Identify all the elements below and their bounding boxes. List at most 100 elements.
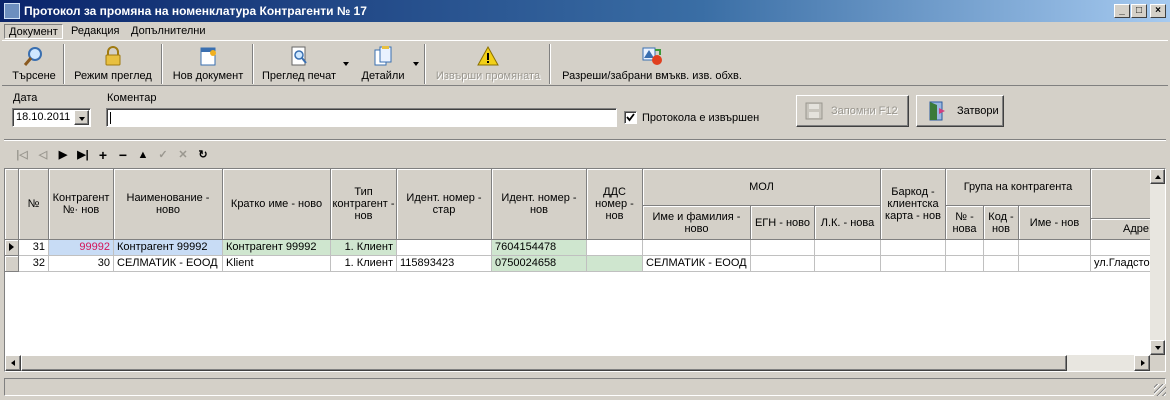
minimize-button[interactable]: _ (1114, 4, 1130, 18)
new-document-icon (200, 47, 216, 66)
cell-ident-new[interactable]: 7604154478 (492, 240, 587, 256)
chevron-down-icon (1155, 346, 1161, 350)
header-mol-name[interactable]: Име и фамилия - ново (643, 206, 751, 240)
scroll-up-button[interactable] (1150, 169, 1165, 184)
app-icon (4, 3, 20, 19)
date-picker[interactable]: 18.10.2011 (12, 108, 91, 127)
maximize-button[interactable]: □ (1131, 4, 1147, 18)
cell-vat-new[interactable] (587, 240, 643, 256)
header-address[interactable]: Адре (1091, 219, 1151, 240)
menu-document[interactable]: Документ (4, 24, 63, 39)
cell-num[interactable]: 32 (19, 256, 49, 272)
cell-type-new[interactable]: 1. Клиент (331, 240, 397, 256)
header-group-code[interactable]: Код - нов (984, 206, 1019, 240)
allow-deny-button[interactable]: Разреши/забрани вмъкв. изв. обхв. (554, 43, 750, 85)
header-vat-new[interactable]: ДДС номер - нов (587, 169, 643, 240)
cell-short-new[interactable]: Контрагент 99992 (223, 240, 331, 256)
details-button[interactable]: Детайли (354, 43, 412, 85)
scroll-down-button[interactable] (1150, 340, 1165, 355)
header-ident-new[interactable]: Идент. номер - нов (492, 169, 587, 240)
scroll-left-button[interactable] (5, 355, 21, 371)
cell-barcode[interactable] (881, 256, 946, 272)
close-button[interactable]: Затвори (916, 95, 1004, 127)
cancel-edit-icon[interactable]: ✕ (175, 148, 191, 162)
cell-mol-name[interactable] (643, 240, 751, 256)
view-mode-button[interactable]: Режим преглед (68, 43, 158, 85)
allow-deny-icon (642, 47, 662, 65)
cell-ident-old[interactable] (397, 240, 492, 256)
cell-ident-old[interactable]: 115893423 (397, 256, 492, 272)
cell-group-no[interactable] (946, 240, 984, 256)
insert-record-icon[interactable]: + (95, 148, 111, 162)
print-preview-button[interactable]: Преглед печат (257, 43, 341, 85)
cell-num[interactable]: 31 (19, 240, 49, 256)
save-disk-icon (805, 102, 823, 120)
header-contr-no[interactable]: Контрагент №· нов (49, 169, 114, 240)
refresh-icon[interactable]: ↻ (195, 148, 211, 162)
post-record-icon[interactable]: ✓ (155, 148, 171, 162)
cell-short-new[interactable]: Klient (223, 256, 331, 272)
menu-edit[interactable]: Редакция (67, 24, 123, 39)
header-group-name[interactable]: Име - нов (1019, 206, 1091, 240)
header-mol-egn[interactable]: ЕГН - ново (751, 206, 815, 240)
search-button[interactable]: Търсене (6, 43, 62, 85)
data-grid[interactable]: № Контрагент №· нов Наименование - ново … (4, 168, 1166, 372)
header-short-new[interactable]: Кратко име - ново (223, 169, 331, 240)
new-document-button[interactable]: Нов документ (166, 43, 250, 85)
resize-grip-icon[interactable] (1154, 384, 1166, 396)
cell-barcode[interactable] (881, 240, 946, 256)
cell-address[interactable]: ул.Гладсто (1091, 256, 1151, 272)
allow-deny-label: Разреши/забрани вмъкв. изв. обхв. (562, 70, 742, 82)
header-mol-lk[interactable]: Л.К. - нова (815, 206, 881, 240)
cell-group-code[interactable] (984, 240, 1019, 256)
cell-mol-lk[interactable] (815, 240, 881, 256)
chevron-down-icon (79, 117, 85, 121)
cell-contr-no[interactable]: 30 (49, 256, 114, 272)
delete-record-icon[interactable]: − (115, 148, 131, 162)
details-dropdown-arrow[interactable] (413, 62, 419, 66)
header-group-no[interactable]: № - нова (946, 206, 984, 240)
cell-name-new[interactable]: Контрагент 99992 (114, 240, 223, 256)
cell-group-name[interactable] (1019, 240, 1091, 256)
cell-mol-egn[interactable] (751, 256, 815, 272)
chevron-left-icon (11, 360, 15, 366)
new-document-label: Нов документ (172, 70, 244, 82)
horizontal-scrollbar[interactable] (5, 355, 1150, 371)
prior-record-icon[interactable]: ◁ (35, 148, 51, 162)
comment-input[interactable] (106, 108, 617, 127)
close-window-button[interactable]: × (1150, 4, 1166, 18)
next-record-icon[interactable]: ▶ (55, 148, 71, 162)
cell-ident-new[interactable]: 0750024658 (492, 256, 587, 272)
edit-record-icon[interactable]: ▲ (135, 148, 151, 162)
toolbar-separator (161, 44, 163, 84)
scroll-right-button[interactable] (1134, 355, 1150, 371)
cell-vat-new[interactable] (587, 256, 643, 272)
menu-additional[interactable]: Допълнителни (127, 24, 209, 39)
cell-group-no[interactable] (946, 256, 984, 272)
cell-mol-name[interactable]: СЕЛМАТИК - ЕООД (643, 256, 751, 272)
cell-type-new[interactable]: 1. Клиент (331, 256, 397, 272)
execute-change-button[interactable]: Извърши промяната (430, 43, 546, 85)
header-ident-old[interactable]: Идент. номер - стар (397, 169, 492, 240)
cell-mol-egn[interactable] (751, 240, 815, 256)
cell-group-code[interactable] (984, 256, 1019, 272)
cell-address[interactable] (1091, 240, 1151, 256)
header-barcode[interactable]: Баркод - клиентска карта - нов (881, 169, 946, 240)
cell-contr-no[interactable]: 99992 (49, 240, 114, 256)
save-button[interactable]: Запомни F12 (796, 95, 909, 127)
last-record-icon[interactable]: ▶| (75, 148, 91, 162)
title-bar: Протокол за промяна на номенклатура Конт… (0, 0, 1170, 22)
cell-group-name[interactable] (1019, 256, 1091, 272)
date-dropdown-button[interactable] (74, 110, 89, 125)
header-type-new[interactable]: Тип контрагент - нов (331, 169, 397, 240)
cell-mol-lk[interactable] (815, 256, 881, 272)
magnifier-icon (23, 47, 42, 66)
done-checkbox[interactable] (624, 111, 637, 124)
first-record-icon[interactable]: |◁ (14, 148, 30, 162)
print-preview-dropdown-arrow[interactable] (343, 62, 349, 66)
header-num[interactable]: № (19, 169, 49, 240)
vertical-scrollbar[interactable] (1150, 169, 1165, 355)
cell-name-new[interactable]: СЕЛМАТИК - ЕООД (114, 256, 223, 272)
header-name-new[interactable]: Наименование - ново (114, 169, 223, 240)
horizontal-scroll-thumb[interactable] (21, 355, 1067, 371)
